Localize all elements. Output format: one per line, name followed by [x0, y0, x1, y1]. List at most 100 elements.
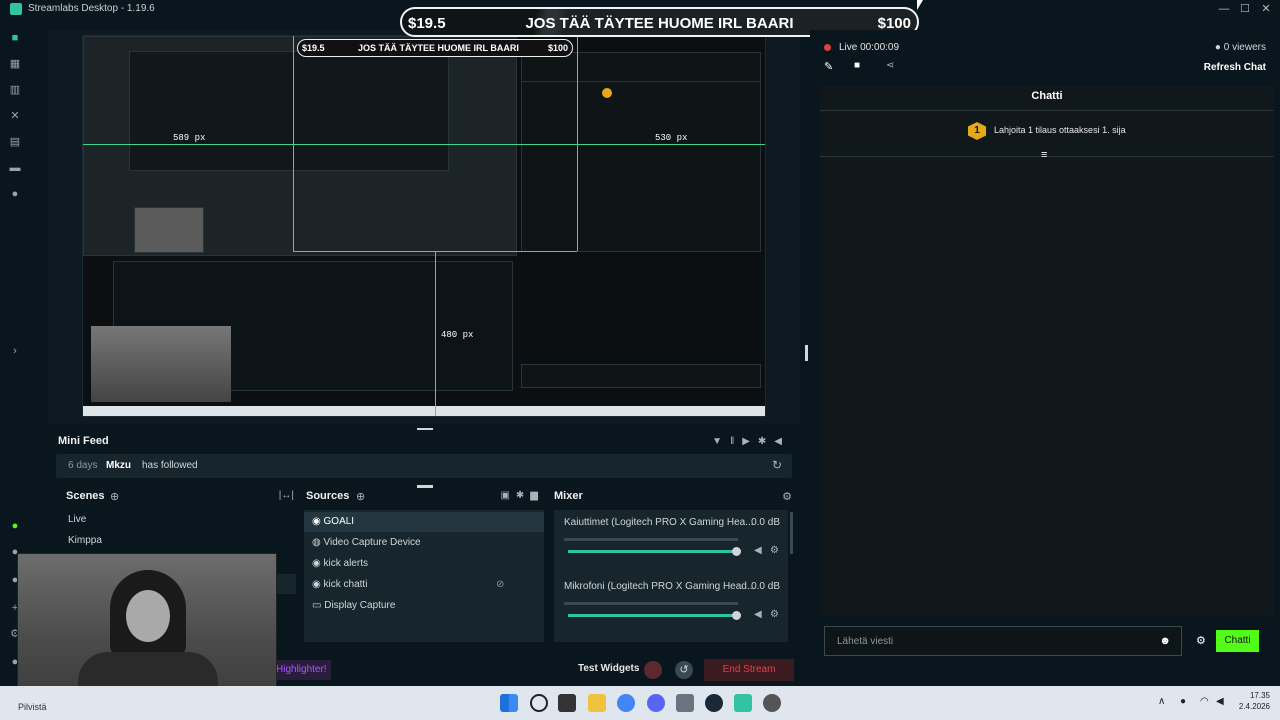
wifi-icon[interactable]: ◠ — [1200, 696, 1209, 707]
guide-line — [577, 36, 578, 251]
settings-app-icon[interactable] — [763, 694, 781, 712]
chat-input[interactable]: Lähetä viesti ☻ — [824, 626, 1182, 656]
channel-settings-icon[interactable]: ⚙ — [770, 609, 779, 620]
chat-header: Chatti — [1031, 90, 1063, 102]
minimize-button[interactable]: — — [1216, 2, 1232, 16]
volume-slider-handle[interactable] — [732, 611, 741, 620]
send-chat-button[interactable]: Chatti — [1216, 630, 1259, 652]
streamlabs-icon[interactable] — [734, 694, 752, 712]
microphone-icon[interactable]: ● — [1180, 696, 1186, 707]
chat-settings-icon[interactable]: ⚙ — [1196, 634, 1206, 647]
source-item[interactable]: ◉ kick alerts — [312, 554, 368, 574]
test-widgets-label[interactable]: Test Widgets — [578, 663, 639, 674]
mixer-channel-level: 0.0 dB — [751, 517, 780, 528]
clock[interactable]: 17.35 2.4.2026 — [1236, 690, 1270, 712]
channel-settings-icon[interactable]: ⚙ — [770, 545, 779, 556]
streamlabs-logo-icon — [10, 3, 22, 15]
live-status: Live 00:00:09 — [839, 42, 900, 53]
panel-resize-handle[interactable] — [417, 485, 433, 488]
mixer-title: Mixer — [554, 490, 583, 502]
camera-icon[interactable]: ■ — [854, 60, 860, 71]
collapse-icon[interactable]: |↔| — [279, 490, 294, 501]
pause-icon[interactable]: ‖ — [730, 436, 742, 447]
scene-item[interactable]: Kimppa — [68, 531, 102, 551]
dashboard-icon[interactable]: ▦ — [9, 58, 21, 70]
source-item[interactable]: ▭ Display Capture — [312, 596, 395, 616]
add-scene-icon[interactable]: ⊕ — [110, 490, 119, 503]
start-icon[interactable] — [500, 694, 518, 712]
task-view-icon[interactable] — [558, 694, 576, 712]
scene-item[interactable]: Live — [68, 510, 86, 530]
filter-icon[interactable]: ▼ — [712, 436, 730, 447]
replay-icon[interactable]: ↻ — [772, 458, 782, 472]
mixer-settings-icon[interactable]: ⚙ — [782, 490, 792, 503]
volume-slider-handle[interactable] — [732, 547, 741, 556]
record-icon[interactable]: ● — [9, 188, 21, 200]
source-item[interactable]: ◍ Video Capture Device — [312, 533, 421, 553]
emoji-icon[interactable]: ☻ — [1159, 635, 1171, 647]
chat-box: Chatti 1 Lahjoita 1 tilaus ottaaksesi 1.… — [820, 86, 1274, 616]
calculator-icon[interactable] — [676, 694, 694, 712]
webcam-face — [126, 590, 170, 642]
volume-icon[interactable]: ◀ — [774, 436, 790, 447]
steam-icon[interactable] — [705, 694, 723, 712]
source-toolbar[interactable]: ▣✱▆ — [500, 490, 544, 501]
expand-icon[interactable]: ≡ — [1041, 149, 1047, 161]
volume-slider[interactable] — [568, 550, 738, 553]
chat-panel: Live 00:00:09 ● 0 viewers ✎ ■ ⋖ Refresh … — [810, 30, 1280, 686]
end-stream-button[interactable]: End Stream — [704, 659, 794, 681]
replay-buffer-icon[interactable]: ↺ — [675, 661, 693, 679]
group-icon[interactable]: ▣ — [500, 490, 515, 501]
chrome-icon[interactable] — [617, 694, 635, 712]
tools-icon[interactable]: ✕ — [9, 110, 21, 122]
rec-button[interactable] — [644, 661, 662, 679]
preview-resize-handle[interactable] — [805, 345, 808, 361]
volume-tray-icon[interactable]: ◀ — [1216, 696, 1224, 707]
source-item[interactable]: ◉ GOALI — [312, 512, 354, 532]
folder-icon[interactable]: ▆ — [530, 490, 544, 501]
mini-feed-controls[interactable]: ▼‖▶✱◀ — [712, 436, 790, 447]
window-title: Streamlabs Desktop - 1.19.6 — [28, 3, 155, 14]
nested-goal-name: JOS TÄÄ TÄYTEE HUOME IRL BAARI — [358, 43, 519, 53]
speaker-icon[interactable]: ◀ — [754, 545, 762, 556]
mixer-channel-level: 0.0 dB — [751, 581, 780, 592]
editor-icon[interactable]: ■ — [9, 32, 21, 44]
file-explorer-icon[interactable] — [588, 694, 606, 712]
mute-alerts-icon[interactable]: ✱ — [758, 436, 774, 447]
webcam-feed — [17, 553, 277, 699]
media-icon[interactable]: ▬ — [9, 162, 21, 174]
volume-slider[interactable] — [568, 614, 738, 617]
highlighter-button[interactable]: Highlighter! — [272, 660, 331, 680]
add-source-icon[interactable]: ⊕ — [356, 490, 365, 503]
skip-icon[interactable]: ▶ — [742, 436, 758, 447]
discord-icon[interactable] — [647, 694, 665, 712]
nested-taskbar — [83, 406, 765, 416]
share-icon[interactable]: ⋖ — [886, 60, 894, 71]
chevron-right-icon[interactable]: › — [9, 345, 21, 357]
event-action: has followed — [142, 460, 198, 471]
edit-icon[interactable]: ✎ — [824, 60, 833, 73]
source-item[interactable]: ◉ kick chatti — [312, 575, 367, 595]
clock-date: 2.4.2026 — [1238, 702, 1270, 711]
guide-line — [435, 251, 436, 416]
stream-preview[interactable]: $19.5 JOS TÄÄ TÄYTEE HUOME IRL BAARI $10… — [82, 35, 766, 417]
maximize-button[interactable]: ☐ — [1237, 2, 1253, 16]
mixer-scrollbar[interactable] — [790, 512, 793, 554]
volume-meter — [564, 538, 738, 541]
refresh-chat-button[interactable]: Refresh Chat — [1204, 62, 1266, 73]
effect-icon[interactable]: ✱ — [516, 490, 530, 501]
tray-overflow-icon[interactable]: ∧ — [1158, 696, 1165, 707]
gift-message[interactable]: Lahjoita 1 tilaus ottaaksesi 1. sija — [994, 125, 1126, 135]
layout-icon[interactable]: ▥ — [9, 84, 21, 96]
hidden-eye-icon[interactable]: ⊘ — [496, 579, 504, 590]
speaker-icon[interactable]: ◀ — [754, 609, 762, 620]
store-icon[interactable]: ▤ — [9, 136, 21, 148]
sources-title: Sources — [306, 490, 350, 502]
kick-icon[interactable]: ● — [9, 520, 21, 532]
px-label: 530 px — [655, 133, 688, 143]
search-icon[interactable] — [530, 694, 548, 712]
close-button[interactable]: ✕ — [1258, 2, 1274, 16]
px-label: 589 px — [173, 133, 206, 143]
event-user[interactable]: Mkzu — [106, 460, 131, 471]
viewer-count: ● 0 viewers — [1214, 42, 1266, 53]
